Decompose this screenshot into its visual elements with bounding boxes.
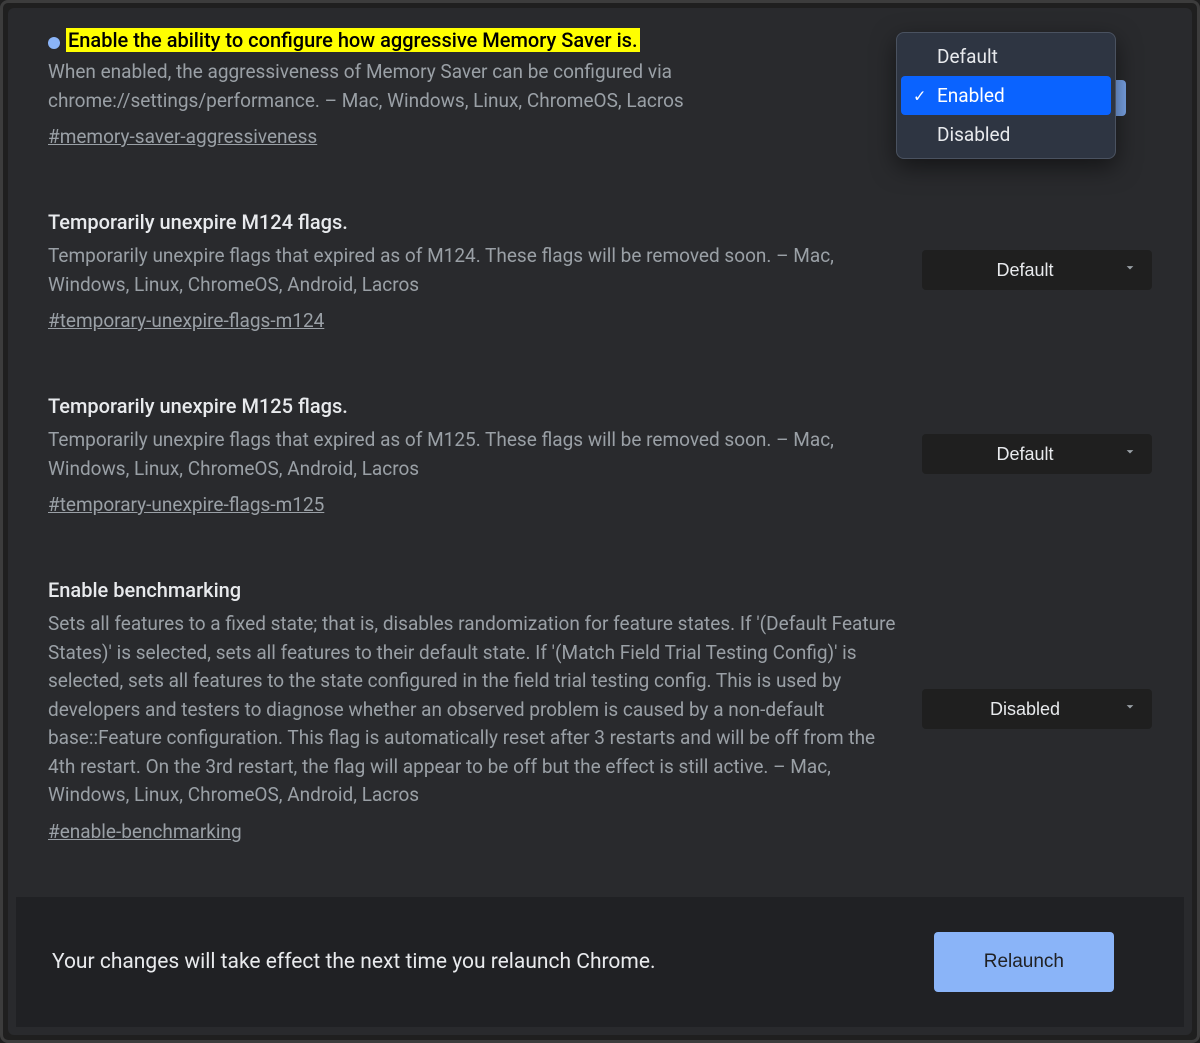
flag-title: Temporarily unexpire M124 flags. bbox=[48, 208, 898, 236]
flag-description: Sets all features to a fixed state; that… bbox=[48, 610, 898, 810]
flag-control: Default bbox=[922, 434, 1152, 474]
dropdown-option-default[interactable]: Default bbox=[901, 37, 1111, 76]
flag-item: Temporarily unexpire M124 flags. Tempora… bbox=[48, 188, 1152, 372]
flag-title-row: Enable the ability to configure how aggr… bbox=[48, 26, 898, 54]
flag-title: Enable benchmarking bbox=[48, 576, 898, 604]
relaunch-footer: Your changes will take effect the next t… bbox=[16, 897, 1184, 1027]
chevron-down-icon bbox=[1122, 699, 1138, 720]
chevron-down-icon bbox=[1122, 444, 1138, 465]
flag-control: Default bbox=[922, 250, 1152, 290]
flag-text: Enable benchmarking Sets all features to… bbox=[48, 576, 898, 843]
flag-item: Temporarily unexpire M125 flags. Tempora… bbox=[48, 372, 1152, 556]
flag-text: Enable the ability to configure how aggr… bbox=[48, 26, 898, 148]
dropdown-value: Disabled bbox=[990, 699, 1060, 720]
flag-title: Enable the ability to configure how aggr… bbox=[66, 28, 640, 52]
dropdown-panel: Default Enabled Disabled bbox=[896, 32, 1116, 159]
dropdown-value: Default bbox=[996, 444, 1053, 465]
relaunch-button[interactable]: Relaunch bbox=[934, 932, 1114, 992]
flag-description: Temporarily unexpire flags that expired … bbox=[48, 242, 898, 299]
flag-dropdown[interactable]: Disabled bbox=[922, 689, 1152, 729]
flag-anchor-link[interactable]: #enable-benchmarking bbox=[48, 820, 242, 843]
flag-text: Temporarily unexpire M125 flags. Tempora… bbox=[48, 392, 898, 516]
dropdown-option-disabled[interactable]: Disabled bbox=[901, 115, 1111, 154]
chevron-down-icon bbox=[1122, 260, 1138, 281]
flag-dropdown[interactable]: Default bbox=[922, 434, 1152, 474]
flag-anchor-link[interactable]: #temporary-unexpire-flags-m124 bbox=[48, 309, 324, 332]
flag-control: Disabled bbox=[922, 689, 1152, 729]
footer-message: Your changes will take effect the next t… bbox=[52, 950, 656, 974]
dropdown-value: Default bbox=[996, 260, 1053, 281]
flag-anchor-link[interactable]: #memory-saver-aggressiveness bbox=[48, 125, 317, 148]
flag-item: Enable benchmarking Sets all features to… bbox=[48, 556, 1152, 883]
flag-description: Temporarily unexpire flags that expired … bbox=[48, 426, 898, 483]
modified-indicator-icon bbox=[48, 37, 60, 49]
flag-dropdown[interactable]: Default bbox=[922, 250, 1152, 290]
flag-title: Temporarily unexpire M125 flags. bbox=[48, 392, 898, 420]
flag-anchor-link[interactable]: #temporary-unexpire-flags-m125 bbox=[48, 493, 324, 516]
flag-description: When enabled, the aggressiveness of Memo… bbox=[48, 58, 898, 115]
dropdown-option-enabled[interactable]: Enabled bbox=[901, 76, 1111, 115]
flag-text: Temporarily unexpire M124 flags. Tempora… bbox=[48, 208, 898, 332]
